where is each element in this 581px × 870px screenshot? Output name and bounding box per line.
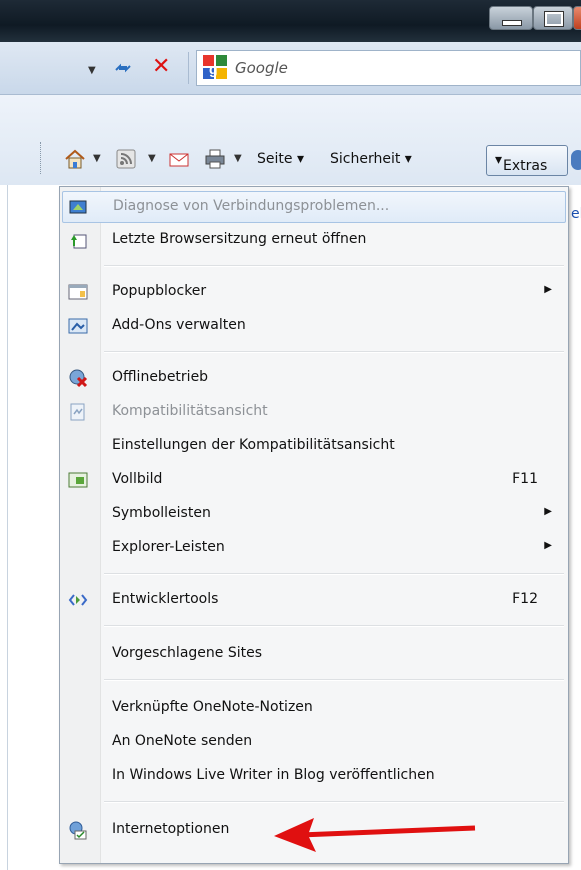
minimize-button[interactable] — [489, 6, 533, 30]
menu-item-developer-tools[interactable]: Entwicklertools F12 — [62, 585, 566, 617]
menu-separator — [104, 351, 564, 353]
menu-item-fullscreen[interactable]: Vollbild F11 — [62, 465, 566, 497]
menu-item-label: Einstellungen der Kompatibilitätsansicht — [112, 437, 395, 453]
tools-dropdown-menu: Diagnose von Verbindungsproblemen... Let… — [59, 186, 569, 864]
menu-item-compat-view[interactable]: Kompatibilitätsansicht — [62, 397, 566, 429]
tools-menu-button[interactable]: Extras ▾ — [486, 145, 568, 176]
menu-item-label: Verknüpfte OneNote-Notizen — [112, 699, 313, 715]
menu-item-suggested-sites[interactable]: Vorgeschlagene Sites — [62, 639, 566, 671]
mail-icon[interactable] — [168, 148, 190, 170]
google-icon: g — [203, 55, 227, 79]
menu-item-shortcut: F12 — [512, 591, 538, 607]
fullscreen-icon — [68, 470, 88, 490]
safety-menu-label: Sicherheit — [330, 151, 401, 167]
menu-item-label: An OneNote senden — [112, 733, 253, 749]
feeds-icon[interactable] — [115, 148, 137, 170]
page-menu-button[interactable]: Seite ▾ — [257, 151, 304, 167]
reopen-session-icon — [68, 230, 88, 250]
menu-item-popup-blocker[interactable]: Popupblocker ▶ — [62, 277, 566, 309]
submenu-arrow-icon: ▶ — [544, 540, 552, 551]
address-dropdown-arrow-icon[interactable]: ▼ — [88, 65, 96, 76]
print-dropdown-arrow-icon[interactable]: ▼ — [234, 153, 242, 164]
page-menu-label: Seite — [257, 151, 293, 167]
address-separator — [188, 52, 189, 84]
menu-separator — [104, 573, 564, 575]
offline-icon — [68, 368, 88, 388]
menu-item-diagnose[interactable]: Diagnose von Verbindungsproblemen... — [62, 191, 566, 223]
menu-item-label: Offlinebetrieb — [112, 369, 209, 385]
menu-item-toolbars[interactable]: Symbolleisten ▶ — [62, 499, 566, 531]
menu-item-label: Vollbild — [112, 471, 163, 487]
menu-item-send-onenote[interactable]: An OneNote senden — [62, 727, 566, 759]
maximize-button[interactable] — [533, 6, 573, 30]
search-placeholder: Google — [235, 59, 288, 77]
menu-item-reopen-session[interactable]: Letzte Browsersitzung erneut öffnen — [62, 225, 566, 257]
menu-item-linked-onenote[interactable]: Verknüpfte OneNote-Notizen — [62, 693, 566, 725]
popup-blocker-icon — [68, 282, 88, 302]
devtools-icon — [68, 590, 88, 610]
menu-item-label: Explorer-Leisten — [112, 539, 225, 555]
home-dropdown-arrow-icon[interactable]: ▼ — [93, 153, 101, 164]
compat-view-icon — [68, 402, 88, 422]
menu-item-manage-addons[interactable]: Add-Ons verwalten — [62, 311, 566, 343]
close-window-button[interactable] — [573, 6, 581, 30]
menu-item-label: Popupblocker — [112, 283, 207, 299]
page-link-fragment[interactable]: el — [571, 206, 581, 222]
safety-menu-button[interactable]: Sicherheit ▾ — [330, 151, 412, 167]
search-input[interactable]: g Google — [196, 50, 581, 86]
menu-separator — [104, 679, 564, 681]
menu-item-label: Diagnose von Verbindungsproblemen... — [113, 198, 390, 214]
home-icon[interactable] — [64, 148, 86, 170]
annotation-arrow-icon — [274, 818, 476, 852]
menu-item-label: Kompatibilitätsansicht — [112, 403, 268, 419]
menu-item-label: Vorgeschlagene Sites — [112, 645, 263, 661]
menu-item-label: In Windows Live Writer in Blog veröffent… — [112, 767, 435, 783]
svg-text:g: g — [209, 61, 218, 77]
help-icon[interactable] — [571, 150, 581, 170]
menu-item-explorer-bars[interactable]: Explorer-Leisten ▶ — [62, 533, 566, 565]
menu-item-live-writer[interactable]: In Windows Live Writer in Blog veröffent… — [62, 761, 566, 793]
refresh-icon[interactable] — [112, 57, 134, 79]
print-icon[interactable] — [204, 148, 226, 170]
command-bar-grip[interactable] — [40, 142, 43, 174]
stop-icon[interactable]: ✕ — [152, 56, 170, 78]
addons-icon — [68, 316, 88, 336]
menu-item-label: Internetoptionen — [112, 821, 230, 837]
menu-separator — [104, 801, 564, 803]
menu-item-label: Add-Ons verwalten — [112, 317, 246, 333]
menu-item-offline[interactable]: Offlinebetrieb — [62, 363, 566, 395]
submenu-arrow-icon: ▶ — [544, 506, 552, 517]
menu-item-label: Symbolleisten — [112, 505, 211, 521]
menu-item-shortcut: F11 — [512, 471, 538, 487]
menu-item-compat-settings[interactable]: Einstellungen der Kompatibilitätsansicht — [62, 431, 566, 463]
internet-options-icon — [68, 820, 88, 840]
menu-separator — [104, 625, 564, 627]
menu-separator — [104, 265, 564, 267]
network-diagnose-icon — [69, 197, 89, 217]
menu-item-label: Letzte Browsersitzung erneut öffnen — [112, 231, 367, 247]
feeds-dropdown-arrow-icon[interactable]: ▼ — [148, 153, 156, 164]
submenu-arrow-icon: ▶ — [544, 284, 552, 295]
content-border — [7, 185, 8, 870]
tools-menu-label: Extras — [503, 158, 548, 174]
menu-item-label: Entwicklertools — [112, 591, 219, 607]
